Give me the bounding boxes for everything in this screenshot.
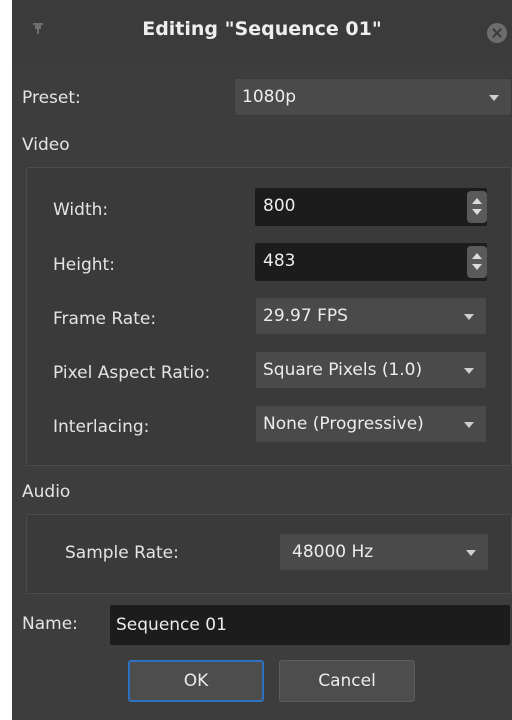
width-spinbox[interactable]: 800 bbox=[255, 188, 487, 226]
sequence-dialog: Editing "Sequence 01" Preset: 1080p Vide… bbox=[12, 0, 512, 720]
sample-rate-label: Sample Rate: bbox=[65, 543, 179, 563]
spin-up-icon[interactable] bbox=[472, 253, 482, 259]
ok-button[interactable]: OK bbox=[128, 660, 264, 702]
preset-label: Preset: bbox=[22, 88, 81, 108]
chevron-down-icon bbox=[466, 550, 476, 556]
close-icon[interactable] bbox=[487, 23, 507, 43]
spin-up-icon[interactable] bbox=[472, 198, 482, 204]
height-value: 483 bbox=[263, 251, 296, 271]
interlacing-value: None (Progressive) bbox=[263, 414, 424, 434]
width-value: 800 bbox=[263, 196, 296, 216]
height-label: Height: bbox=[53, 255, 115, 275]
cancel-button[interactable]: Cancel bbox=[279, 660, 415, 702]
name-label: Name: bbox=[22, 614, 78, 634]
chevron-down-icon bbox=[464, 314, 474, 320]
pixel-aspect-dropdown[interactable]: Square Pixels (1.0) bbox=[255, 351, 487, 389]
pin-icon[interactable] bbox=[30, 20, 46, 36]
sample-rate-value: 48000 Hz bbox=[292, 542, 374, 562]
spin-down-icon[interactable] bbox=[472, 264, 482, 270]
frame-rate-label: Frame Rate: bbox=[53, 309, 157, 329]
pixel-aspect-value: Square Pixels (1.0) bbox=[263, 360, 423, 380]
spin-arrows-icon[interactable] bbox=[467, 191, 487, 223]
video-section-label: Video bbox=[22, 135, 70, 155]
width-label: Width: bbox=[53, 200, 109, 220]
pixel-aspect-label: Pixel Aspect Ratio: bbox=[53, 363, 211, 383]
chevron-down-icon bbox=[464, 422, 474, 428]
preset-dropdown[interactable]: 1080p bbox=[234, 78, 512, 116]
name-value: Sequence 01 bbox=[116, 615, 227, 635]
interlacing-dropdown[interactable]: None (Progressive) bbox=[255, 405, 487, 443]
preset-value: 1080p bbox=[242, 87, 297, 107]
height-spinbox[interactable]: 483 bbox=[255, 243, 487, 281]
spin-arrows-icon[interactable] bbox=[467, 246, 487, 278]
audio-section-label: Audio bbox=[22, 482, 71, 502]
audio-group: Sample Rate: 48000 Hz bbox=[26, 514, 512, 594]
spin-down-icon[interactable] bbox=[472, 209, 482, 215]
sample-rate-dropdown[interactable]: 48000 Hz bbox=[279, 533, 489, 571]
frame-rate-dropdown[interactable]: 29.97 FPS bbox=[255, 297, 487, 335]
chevron-down-icon bbox=[489, 95, 499, 101]
interlacing-label: Interlacing: bbox=[53, 417, 150, 437]
name-input[interactable]: Sequence 01 bbox=[110, 605, 510, 645]
title-bar[interactable]: Editing "Sequence 01" bbox=[12, 0, 512, 64]
chevron-down-icon bbox=[464, 368, 474, 374]
video-group: Width: 800 Height: 483 Frame Rate: 29.97… bbox=[26, 167, 512, 466]
frame-rate-value: 29.97 FPS bbox=[263, 306, 348, 326]
dialog-title: Editing "Sequence 01" bbox=[142, 18, 382, 40]
